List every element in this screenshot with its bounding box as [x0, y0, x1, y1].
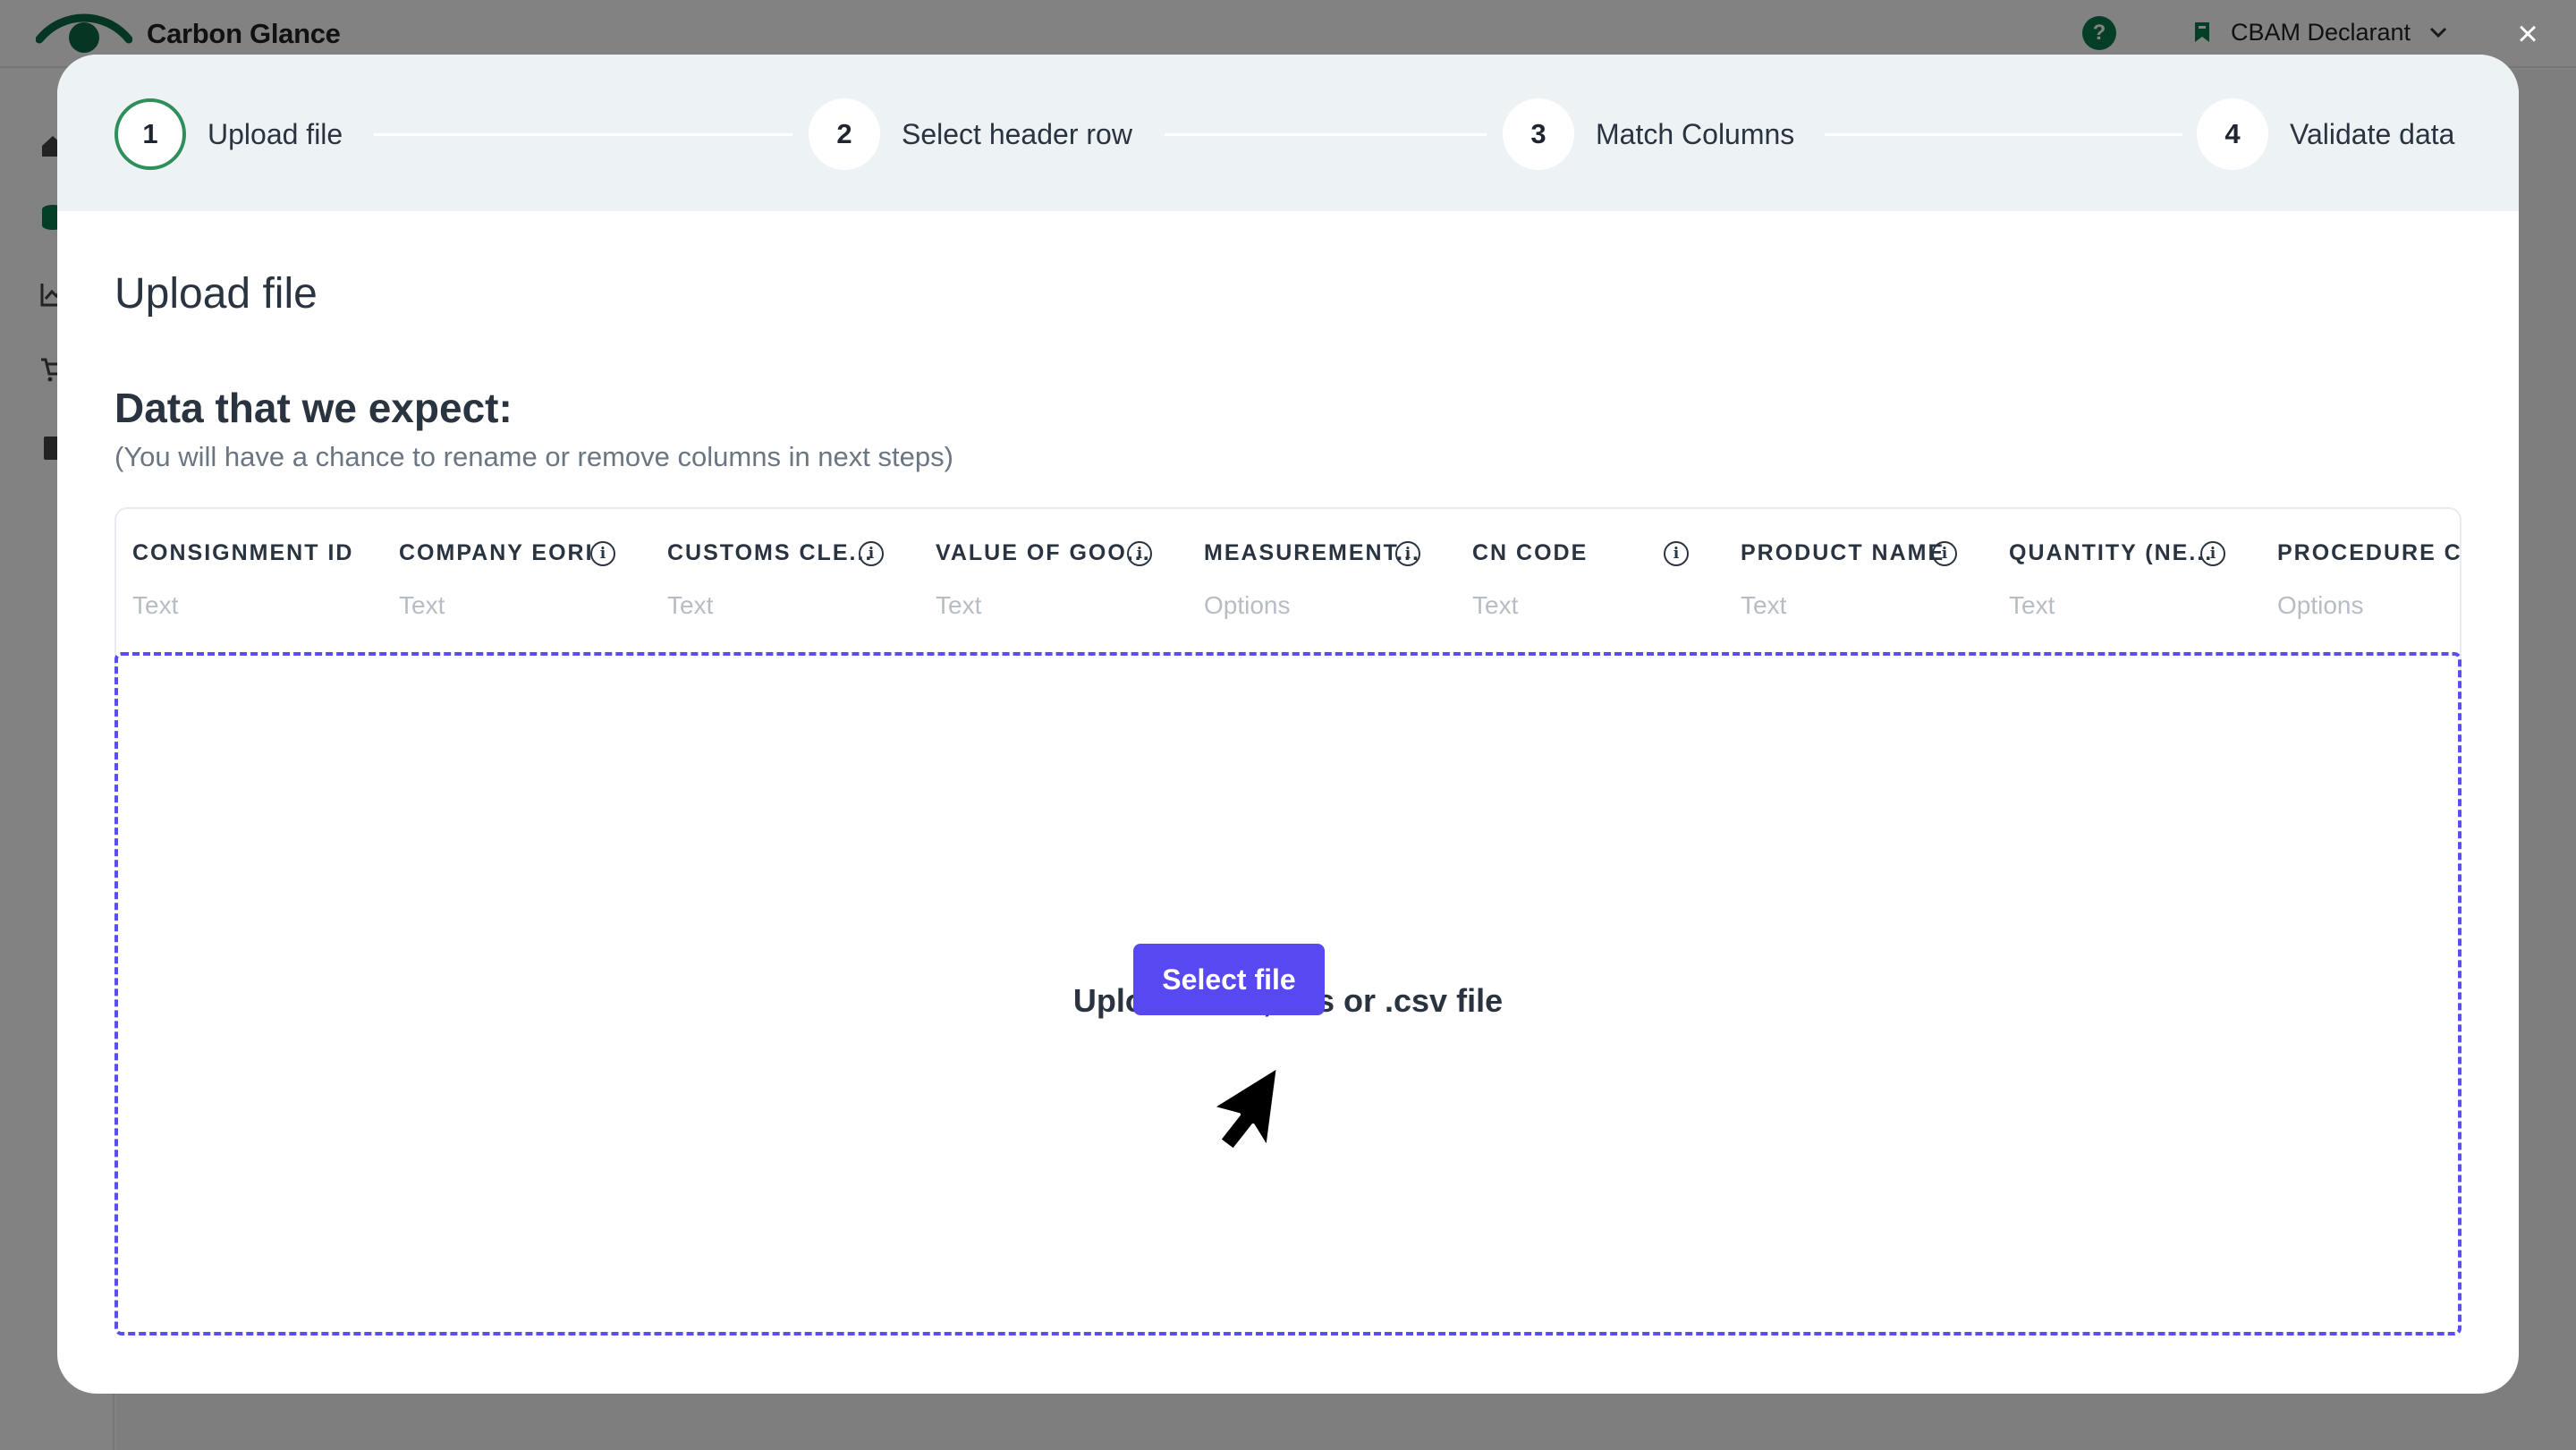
step-label: Validate data [2290, 117, 2455, 150]
column-name: CUSTOMS CLE... [667, 539, 874, 565]
info-icon[interactable]: i [1395, 541, 1420, 566]
info-icon[interactable]: i [859, 541, 884, 566]
column-name: MEASUREMENT... [1204, 539, 1420, 565]
step-number: 2 [809, 98, 880, 170]
column-type: Text [936, 591, 982, 619]
column-name: CONSIGNMENT ID [132, 539, 354, 565]
step-number: 3 [1503, 98, 1574, 170]
close-icon[interactable]: × [2510, 16, 2546, 52]
info-icon[interactable]: i [2200, 541, 2225, 566]
step-number: 1 [114, 98, 186, 170]
step-label: Upload file [208, 117, 343, 150]
step-label: Select header row [902, 117, 1132, 150]
info-icon[interactable]: i [1127, 541, 1152, 566]
column-type: Text [1472, 591, 1519, 619]
column-type: Options [2277, 591, 2364, 619]
column-name: VALUE OF GOO... [936, 539, 1151, 565]
select-file-button[interactable]: Select file [1133, 944, 1325, 1015]
step-connector [1165, 133, 1487, 136]
step-number: 4 [2197, 98, 2268, 170]
step-upload-file: 1 Upload file [114, 98, 343, 171]
stepper: 1 Upload file 2 Select header row 3 Matc… [57, 55, 2519, 211]
step-connector [1825, 133, 2182, 136]
expected-data-subtitle: (You will have a chance to rename or rem… [114, 441, 953, 472]
step-select-header-row: 2 Select header row [809, 98, 1132, 171]
column-type: Text [667, 591, 714, 619]
mouse-pointer-icon [1210, 1064, 1280, 1152]
column-type: Text [132, 591, 179, 619]
step-match-columns: 3 Match Columns [1503, 98, 1794, 171]
info-icon[interactable]: i [1932, 541, 1957, 566]
column-type: Options [1204, 591, 1291, 619]
column-name: QUANTITY (NE... [2009, 539, 2214, 565]
column-name: COMPANY EORI [399, 539, 594, 565]
step-validate-data: 4 Validate data [2197, 98, 2454, 171]
step-label: Match Columns [1596, 117, 1795, 150]
column-type: Text [2009, 591, 2055, 619]
column-name: CN CODE [1472, 539, 1589, 565]
column-name: PRODUCT NAME [1741, 539, 1945, 565]
info-icon[interactable]: i [590, 541, 615, 566]
column-type: Text [399, 591, 445, 619]
expected-data-heading: Data that we expect: [114, 385, 513, 431]
column-type: Text [1741, 591, 1787, 619]
step-connector [374, 133, 792, 136]
page-title: Upload file [114, 270, 318, 318]
column-name: PROCEDURE CO [2277, 539, 2462, 565]
upload-modal: 1 Upload file 2 Select header row 3 Matc… [57, 55, 2519, 1394]
info-icon[interactable]: i [1664, 541, 1689, 566]
